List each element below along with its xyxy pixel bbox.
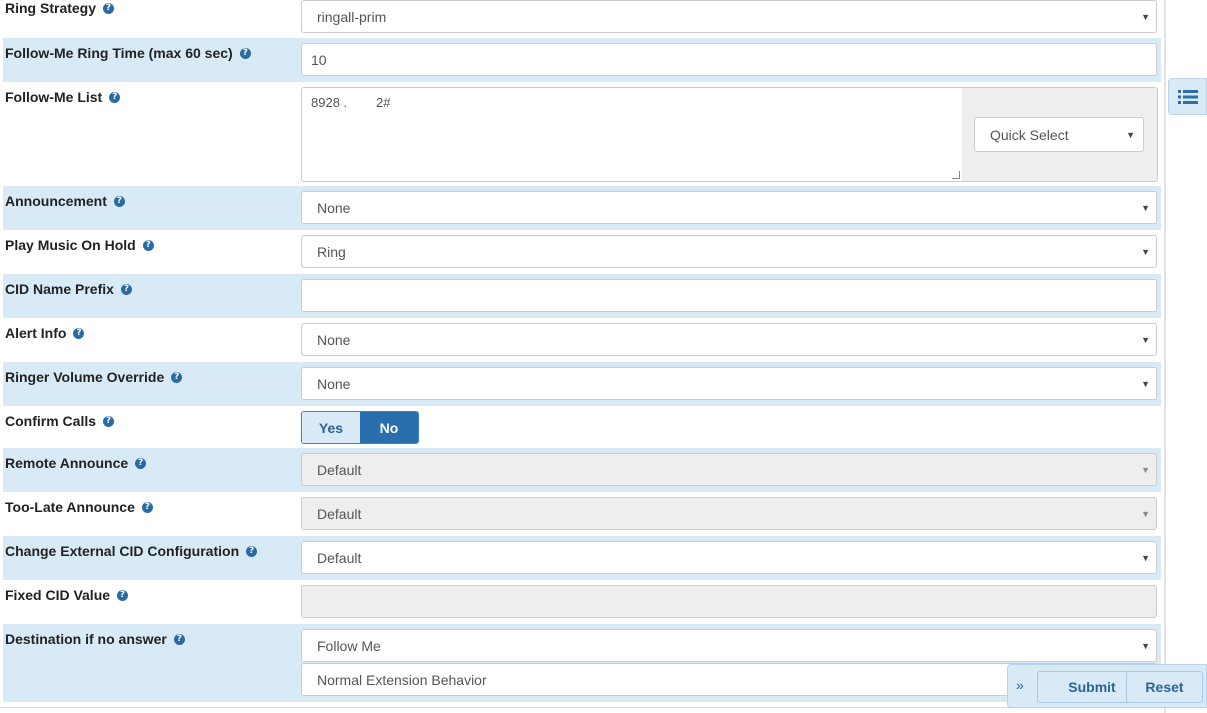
- label-moh: Play Music On Hold ?: [5, 237, 154, 253]
- label-destination: Destination if no answer ?: [5, 631, 185, 647]
- label-announcement: Announcement ?: [5, 193, 125, 209]
- label-too-late: Too-Late Announce ?: [5, 499, 153, 515]
- row-ringer-volume: Ringer Volume Override ? None ▼: [3, 362, 1161, 406]
- label-ring-time: Follow-Me Ring Time (max 60 sec) ?: [5, 45, 251, 61]
- row-destination: Destination if no answer ? Follow Me ▼ N…: [3, 624, 1161, 702]
- label-cid-prefix: CID Name Prefix ?: [5, 281, 132, 297]
- row-followme-list: Follow-Me List ? 8928 . 2# Quick Select …: [3, 82, 1161, 186]
- cid-prefix-input[interactable]: [301, 279, 1157, 312]
- help-icon[interactable]: ?: [173, 633, 185, 645]
- label-ringer-volume: Ringer Volume Override ?: [5, 369, 183, 385]
- too-late-select[interactable]: Default ▼: [301, 497, 1157, 530]
- moh-select[interactable]: Ring ▼: [301, 235, 1157, 268]
- row-ext-cid: Change External CID Configuration ? Defa…: [3, 536, 1161, 580]
- label-confirm-calls: Confirm Calls ?: [5, 413, 115, 429]
- list-icon: [1177, 89, 1198, 104]
- help-icon[interactable]: ?: [171, 371, 183, 383]
- row-remote-announce: Remote Announce ? Default ▼: [3, 448, 1161, 492]
- caret-down-icon: ▼: [1141, 552, 1150, 563]
- caret-down-icon: ▼: [1141, 378, 1150, 389]
- divider: [0, 707, 1164, 708]
- fixed-cid-input[interactable]: [301, 585, 1157, 618]
- help-icon[interactable]: ?: [142, 239, 154, 251]
- row-cid-prefix: CID Name Prefix ?: [3, 274, 1161, 318]
- label-ext-cid: Change External CID Configuration ?: [5, 543, 258, 559]
- floating-nav-button[interactable]: [1168, 78, 1207, 115]
- row-moh: Play Music On Hold ? Ring ▼: [3, 230, 1161, 274]
- label-followme-list: Follow-Me List ?: [5, 89, 121, 105]
- row-confirm-calls: Confirm Calls ? Yes No: [3, 406, 1161, 448]
- caret-down-icon: ▼: [1141, 246, 1150, 257]
- row-too-late: Too-Late Announce ? Default ▼: [3, 492, 1161, 536]
- help-icon[interactable]: ?: [103, 2, 115, 14]
- announcement-select[interactable]: None ▼: [301, 191, 1157, 224]
- row-alert-info: Alert Info ? None ▼: [3, 318, 1161, 362]
- confirm-calls-no-button[interactable]: No: [360, 412, 418, 443]
- confirm-calls-yes-button[interactable]: Yes: [302, 412, 360, 443]
- reset-button[interactable]: Reset: [1126, 671, 1203, 703]
- remote-announce-select[interactable]: Default ▼: [301, 453, 1157, 486]
- help-icon[interactable]: ?: [109, 91, 121, 103]
- followme-settings-form: Ring Strategy ? ringall-prim ▼ Follow-Me…: [0, 0, 1207, 713]
- label-ring-strategy: Ring Strategy ?: [5, 0, 115, 16]
- label-remote-announce: Remote Announce ?: [5, 455, 147, 471]
- help-icon[interactable]: ?: [117, 589, 129, 601]
- help-icon[interactable]: ?: [141, 501, 153, 513]
- help-icon[interactable]: ?: [73, 327, 85, 339]
- label-fixed-cid: Fixed CID Value ?: [5, 587, 129, 603]
- caret-down-icon: ▼: [1126, 129, 1135, 140]
- quick-select-addon: Quick Select ▼: [962, 87, 1158, 182]
- caret-down-icon: ▼: [1141, 202, 1150, 213]
- help-icon[interactable]: ?: [246, 545, 258, 557]
- resize-handle-icon[interactable]: [952, 171, 960, 179]
- ring-strategy-select[interactable]: ringall-prim ▼: [301, 0, 1157, 33]
- caret-down-icon: ▼: [1141, 640, 1150, 651]
- row-ring-strategy: Ring Strategy ? ringall-prim ▼: [3, 0, 1161, 37]
- help-icon[interactable]: ?: [239, 47, 251, 59]
- row-fixed-cid: Fixed CID Value ?: [3, 580, 1161, 624]
- ring-time-input[interactable]: 10: [301, 43, 1157, 76]
- alert-info-select[interactable]: None ▼: [301, 323, 1157, 356]
- caret-down-icon: ▼: [1141, 11, 1150, 22]
- help-icon[interactable]: ?: [135, 457, 147, 469]
- help-icon[interactable]: ?: [103, 415, 115, 427]
- action-bar: » Submit Reset: [1007, 664, 1207, 708]
- caret-down-icon: ▼: [1141, 334, 1150, 345]
- row-announcement: Announcement ? None ▼: [3, 186, 1161, 230]
- double-chevron-right-icon[interactable]: »: [1016, 677, 1024, 693]
- destination-type-select[interactable]: Follow Me ▼: [301, 629, 1157, 662]
- ext-cid-select[interactable]: Default ▼: [301, 541, 1157, 574]
- caret-down-icon: ▼: [1141, 464, 1150, 475]
- followme-list-textarea[interactable]: 8928 . 2#: [301, 87, 963, 182]
- page-right-border: [1164, 0, 1166, 713]
- label-alert-info: Alert Info ?: [5, 325, 85, 341]
- help-icon[interactable]: ?: [113, 195, 125, 207]
- help-icon[interactable]: ?: [120, 283, 132, 295]
- row-ring-time: Follow-Me Ring Time (max 60 sec) ? 10: [3, 38, 1161, 82]
- ringer-volume-select[interactable]: None ▼: [301, 367, 1157, 400]
- caret-down-icon: ▼: [1141, 508, 1150, 519]
- confirm-calls-toggle: Yes No: [301, 411, 419, 444]
- quick-select-dropdown[interactable]: Quick Select ▼: [974, 117, 1144, 152]
